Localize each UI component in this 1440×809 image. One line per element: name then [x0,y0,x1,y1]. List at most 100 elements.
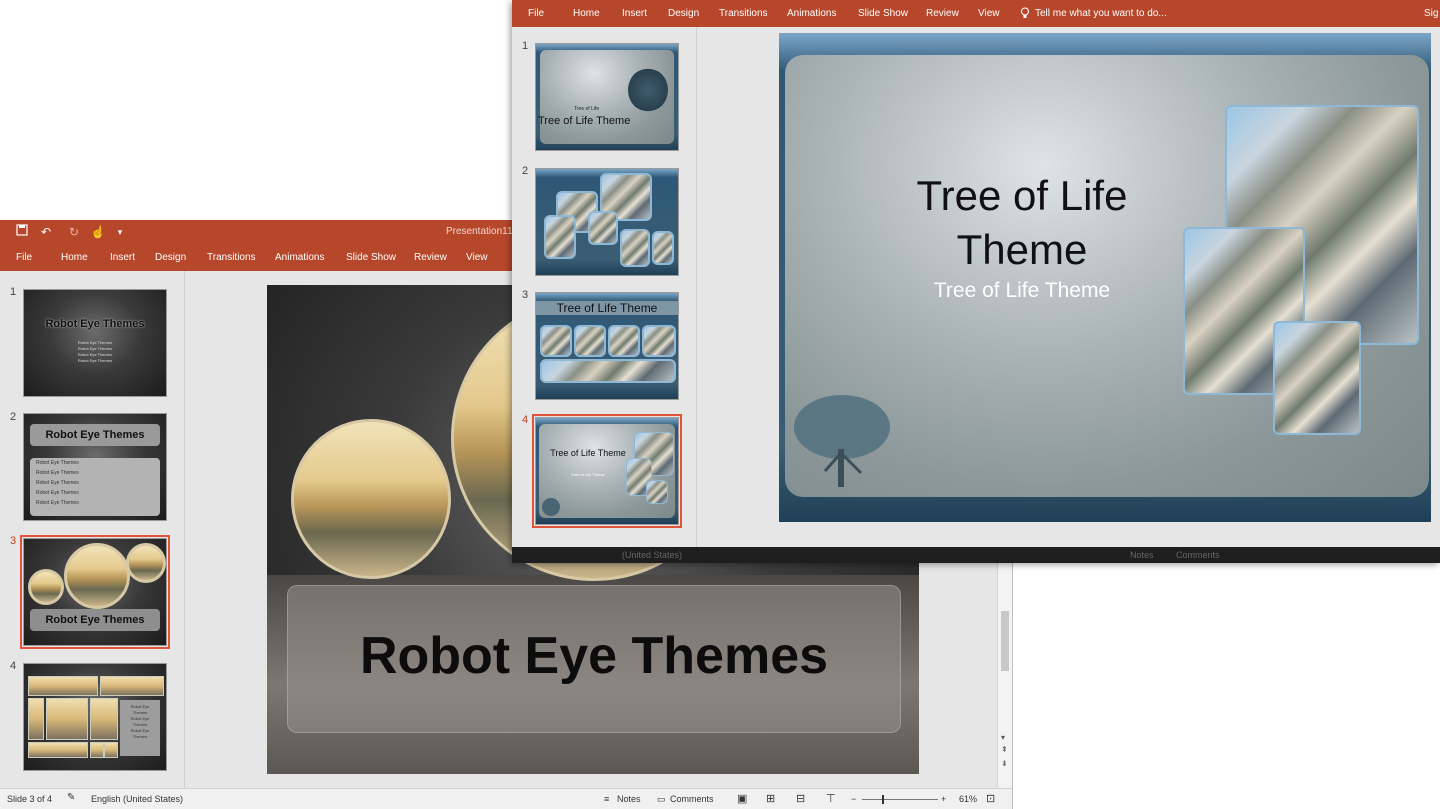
slide-canvas-area: Tree of Life Theme Tree of Life Theme [697,27,1440,547]
title-box[interactable]: Robot Eye Themes [287,585,901,733]
tab-transitions[interactable]: Transitions [719,0,768,27]
previous-slide-icon[interactable]: ⇞ [1001,745,1008,754]
tree-icon [628,68,668,112]
tab-file[interactable]: File [16,244,32,271]
zoom-slider-thumb[interactable] [882,795,884,804]
tab-view[interactable]: View [466,244,488,271]
tab-insert[interactable]: Insert [110,244,135,271]
photo-tile [608,325,640,357]
thumbnail-title: Robot Eye Themes [30,424,160,446]
redo-icon[interactable]: ↻ [66,224,82,240]
notes-button[interactable]: Notes [1130,550,1154,560]
ribbon-tabs: File Home Insert Design Transitions Anim… [512,0,1440,27]
powerpoint-window-tree-of-life: File Home Insert Design Transitions Anim… [512,0,1440,563]
language-status[interactable]: English (United States) [91,794,183,804]
scrollbar-thumb[interactable] [1001,611,1009,671]
tab-slide-show[interactable]: Slide Show [858,0,908,27]
undo-icon[interactable]: ↶ [38,224,54,240]
reading-view-icon[interactable]: ⊟ [796,792,805,805]
spell-check-icon[interactable]: ✎ [67,792,75,803]
thumbnail-number: 2 [522,165,529,177]
photo-tile [540,359,676,383]
comments-button[interactable]: Comments [1176,550,1220,560]
fit-to-window-icon[interactable]: ⊡ [986,792,995,805]
tab-insert[interactable]: Insert [622,0,647,27]
tab-home[interactable]: Home [61,244,88,271]
photo-tile [28,676,98,696]
slide-thumbnail-1[interactable]: Robot Eye Themes Robot Eye Themes Robot E… [23,289,167,397]
status-bar: Slide 3 of 4 ✎ English (United States) ≡… [0,788,1012,809]
thumbnail-number: 3 [10,535,17,547]
scroll-down-icon[interactable]: ▾ [1001,733,1005,742]
status-bar: (United States) Notes Comments [512,547,1440,563]
tab-view[interactable]: View [978,0,1000,27]
photo-circle [126,543,166,583]
sign-in-link[interactable]: Sig [1424,0,1438,27]
slideshow-icon[interactable]: ⊤ [826,792,836,805]
tree-icon [542,498,560,516]
photo-tile [652,231,674,265]
notes-icon[interactable]: ≡ [604,794,609,804]
zoom-slider[interactable] [862,795,938,804]
photo-tile [100,676,164,696]
thumbnail-number: 4 [522,414,529,426]
thumbnail-title: Tree of Life Theme [538,115,631,127]
thumbnail-number: 1 [10,286,17,298]
thumbnail-number: 4 [10,660,17,672]
lightbulb-icon [1020,0,1030,27]
photo-circle [28,569,64,605]
tab-review[interactable]: Review [926,0,959,27]
tab-slide-show[interactable]: Slide Show [346,244,396,271]
slide-subtitle: Tree of Life Theme [933,279,1111,302]
photo-tile [544,215,576,259]
slide-title: Tree of Life Theme [916,172,1128,273]
thumbnail-lines: Robot Eye Themes Robot Eye Themes Robot Ey… [77,340,113,363]
photo-tile [28,698,44,740]
slide-sorter-icon[interactable]: ⊞ [766,792,775,805]
tell-me-search[interactable]: Tell me what you want to do... [1035,0,1167,27]
photo-tile [646,480,668,504]
slide-thumbnail-pane: 1 Robot Eye Themes Robot Eye Themes Robot… [0,271,185,789]
photo-tile [90,698,118,740]
tab-animations[interactable]: Animations [787,0,836,27]
thumbnail-subtitle: Tree of Life [574,106,600,112]
slide-thumbnail-4[interactable]: Robot Eye Themes Robot Eye Themes Robot Eye T… [23,663,167,771]
comments-button[interactable]: Comments [670,794,714,804]
slide-thumbnail-4[interactable]: Tree of Life Theme Tree of Life Theme [532,414,682,528]
tab-design[interactable]: Design [668,0,699,27]
thumbnail-title: Tree of Life Theme [536,301,678,315]
thumbnail-title: Tree of Life Theme [550,448,626,458]
tab-review[interactable]: Review [414,244,447,271]
slide-thumbnail-1[interactable]: Tree of Life Tree of Life Theme [535,43,679,151]
thumbnail-number: 1 [522,40,529,52]
slide-thumbnail-2[interactable] [535,168,679,276]
tab-animations[interactable]: Animations [275,244,324,271]
language-status[interactable]: (United States) [622,550,682,560]
slide-4[interactable]: Tree of Life Theme Tree of Life Theme [779,33,1431,522]
slide-title: Robot Eye Themes [359,627,829,685]
slide-thumbnail-2[interactable]: Robot Eye Themes Robot Eye Themes Robot E… [23,413,167,521]
zoom-out-icon[interactable]: − [851,794,856,804]
zoom-in-icon[interactable]: + [941,794,946,804]
zoom-level[interactable]: 61% [959,794,977,804]
tab-design[interactable]: Design [155,244,186,271]
slide-thumbnail-3[interactable]: Tree of Life Theme [535,292,679,400]
save-icon[interactable] [14,224,30,240]
slide-counter: Slide 3 of 4 [7,794,53,804]
customize-icon[interactable]: ▾ [112,224,128,240]
thumbnail-title: Robot Eye Themes [30,609,160,631]
thumbnail-bullets: Robot Eye Themes Robot Eye Themes Robot Ey… [30,458,160,516]
tab-home[interactable]: Home [573,0,600,27]
photo-tile [642,325,676,357]
next-slide-icon[interactable]: ⇟ [1001,759,1008,768]
photo-tile [90,742,104,758]
comments-icon[interactable]: ▭ [657,794,666,805]
touch-mode-icon[interactable]: ☝ [90,224,106,240]
tab-transitions[interactable]: Transitions [207,244,256,271]
thumbnail-title: Robot Eye Themes [45,318,145,330]
notes-button[interactable]: Notes [617,794,641,804]
tab-file[interactable]: File [528,0,544,27]
document-title: Presentation11 - [446,226,519,237]
normal-view-icon[interactable]: ▣ [737,792,747,805]
slide-thumbnail-3[interactable]: Robot Eye Themes [20,535,170,649]
